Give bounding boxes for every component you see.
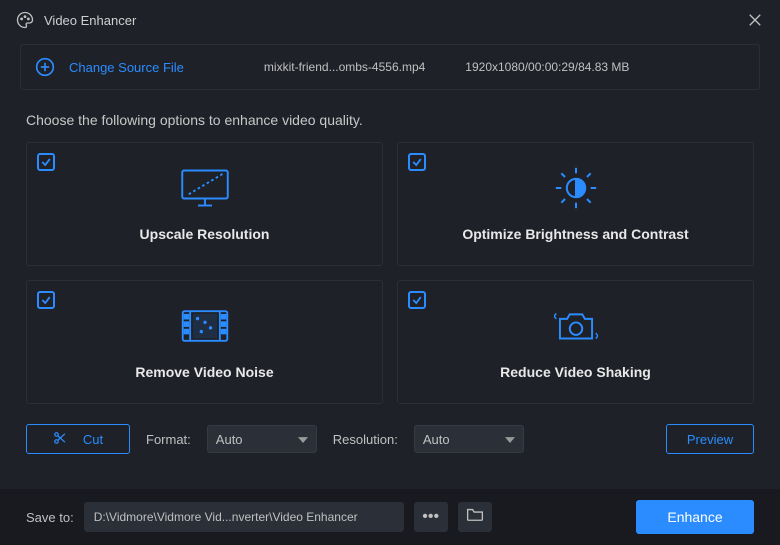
chevron-down-icon	[298, 432, 308, 447]
app-title: Video Enhancer	[44, 13, 136, 28]
checkbox-shaking[interactable]	[408, 291, 426, 309]
scissors-icon	[53, 431, 67, 448]
option-label: Remove Video Noise	[135, 364, 273, 380]
resolution-value: Auto	[423, 432, 450, 447]
camera-shake-icon	[551, 304, 601, 348]
option-remove-noise[interactable]: Remove Video Noise	[26, 280, 383, 404]
checkbox-noise[interactable]	[37, 291, 55, 309]
preview-label: Preview	[687, 432, 733, 447]
film-noise-icon	[179, 304, 231, 348]
format-dropdown[interactable]: Auto	[207, 425, 317, 453]
option-upscale-resolution[interactable]: Upscale Resolution	[26, 142, 383, 266]
option-brightness-contrast[interactable]: Optimize Brightness and Contrast	[397, 142, 754, 266]
preview-button[interactable]: Preview	[666, 424, 754, 454]
save-path-input[interactable]: D:\Vidmore\Vidmore Vid...nverter\Video E…	[84, 502, 404, 532]
option-label: Reduce Video Shaking	[500, 364, 651, 380]
option-label: Optimize Brightness and Contrast	[462, 226, 688, 242]
titlebar: Video Enhancer	[0, 0, 780, 40]
palette-icon	[16, 11, 34, 29]
close-button[interactable]	[746, 11, 764, 29]
brightness-icon	[554, 166, 598, 210]
resolution-label: Resolution:	[333, 432, 398, 447]
option-label: Upscale Resolution	[140, 226, 270, 242]
change-source-button[interactable]: Change Source File	[35, 57, 184, 77]
source-filename: mixkit-friend...ombs-4556.mp4	[264, 60, 425, 74]
enhance-button[interactable]: Enhance	[636, 500, 754, 534]
save-to-label: Save to:	[26, 510, 74, 525]
checkbox-brightness[interactable]	[408, 153, 426, 171]
titlebar-left: Video Enhancer	[16, 11, 136, 29]
format-label: Format:	[146, 432, 191, 447]
resolution-dropdown[interactable]: Auto	[414, 425, 524, 453]
source-info: 1920x1080/00:00:29/84.83 MB	[465, 60, 629, 74]
chevron-down-icon	[505, 432, 515, 447]
format-value: Auto	[216, 432, 243, 447]
plus-circle-icon	[35, 57, 55, 77]
option-reduce-shaking[interactable]: Reduce Video Shaking	[397, 280, 754, 404]
change-source-label: Change Source File	[69, 60, 184, 75]
more-button[interactable]: •••	[414, 502, 448, 532]
options-grid: Upscale Resolution Optimize Brightness a…	[0, 142, 780, 404]
instruction-text: Choose the following options to enhance …	[26, 112, 754, 128]
dots-icon: •••	[422, 508, 439, 526]
source-bar: Change Source File mixkit-friend...ombs-…	[20, 44, 760, 90]
checkbox-upscale[interactable]	[37, 153, 55, 171]
monitor-upscale-icon	[177, 166, 233, 210]
cut-label: Cut	[83, 432, 103, 447]
cut-button[interactable]: Cut	[26, 424, 130, 454]
enhance-label: Enhance	[667, 509, 722, 525]
footer: Save to: D:\Vidmore\Vidmore Vid...nverte…	[0, 489, 780, 545]
save-path-value: D:\Vidmore\Vidmore Vid...nverter\Video E…	[94, 510, 358, 524]
open-folder-button[interactable]	[458, 502, 492, 532]
controls-row: Cut Format: Auto Resolution: Auto Previe…	[0, 404, 780, 454]
folder-icon	[466, 507, 484, 527]
